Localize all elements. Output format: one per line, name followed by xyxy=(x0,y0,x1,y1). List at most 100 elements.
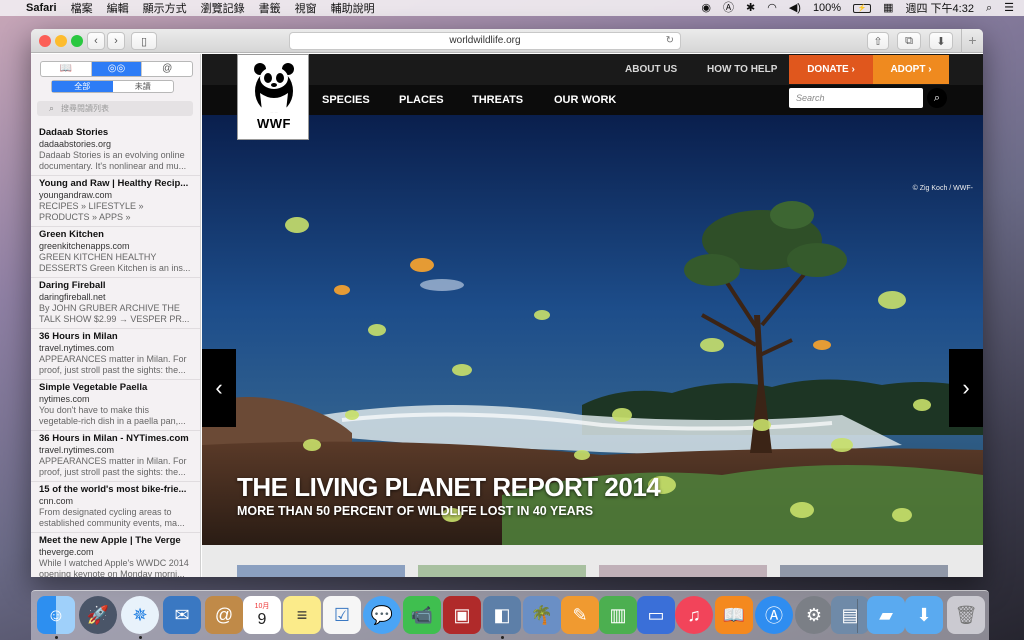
list-item[interactable]: 36 Hours in Milan - NYTimes.com travel.n… xyxy=(31,431,200,482)
how-to-help-link[interactable]: HOW TO HELP xyxy=(707,54,777,85)
adopt-button[interactable]: ADOPT › xyxy=(873,55,949,84)
list-item[interactable]: 36 Hours in Milan travel.nytimes.com APP… xyxy=(31,329,200,380)
site-search-button[interactable]: ⌕ xyxy=(927,88,947,108)
finder-icon[interactable]: ☺ xyxy=(37,596,75,634)
toolbar: ‹ › ▯ worldwildlife.org ↻ ⇧ ⧉ ⬇ + xyxy=(31,29,983,53)
volume-icon[interactable]: ◀) xyxy=(789,0,801,16)
feature-card[interactable] xyxy=(237,565,405,577)
list-item-excerpt: GREEN KITCHEN HEALTHY DESSERTS Green Kit… xyxy=(39,252,191,273)
list-item[interactable]: Simple Vegetable Paella nytimes.com You … xyxy=(31,380,200,431)
wifi-icon[interactable]: ◠ xyxy=(767,0,777,16)
creative-cloud-icon[interactable]: ◉ xyxy=(701,0,711,16)
site-search-input[interactable]: Search xyxy=(789,88,923,108)
carousel-prev-button[interactable]: ‹ xyxy=(202,349,236,427)
filter-unread[interactable]: 未讀 xyxy=(113,81,174,92)
feature-card[interactable] xyxy=(418,565,586,577)
reload-icon[interactable]: ↻ xyxy=(666,33,674,49)
nav-species[interactable]: SPECIES xyxy=(322,85,370,115)
trash-icon[interactable]: 🗑 xyxy=(947,596,985,634)
zoom-window-button[interactable] xyxy=(71,35,83,47)
sidebar-toggle-button[interactable]: ▯ xyxy=(131,32,157,50)
glasses-icon: ◎◎ xyxy=(107,63,126,74)
minimize-window-button[interactable] xyxy=(55,35,67,47)
photo-credit: © Zig Koch / WWF- xyxy=(912,185,973,192)
safari-icon[interactable]: ✵ xyxy=(121,596,159,634)
list-item[interactable]: Meet the new Apple | The Verge theverge.… xyxy=(31,533,200,577)
feature-card[interactable] xyxy=(780,565,948,577)
list-item-domain: greenkitchenapps.com xyxy=(39,241,130,251)
feature-card[interactable] xyxy=(599,565,767,577)
launchpad-icon[interactable]: 🚀 xyxy=(79,596,117,634)
menu-help[interactable]: 輔助說明 xyxy=(331,0,375,16)
keynote-icon[interactable]: ▭ xyxy=(637,596,675,634)
notes-icon[interactable]: ≡ xyxy=(283,596,321,634)
app-store-icon[interactable]: Ⓐ xyxy=(755,596,793,634)
calendar-icon[interactable]: 10月 9 xyxy=(243,596,281,634)
list-item-title: Green Kitchen xyxy=(39,229,104,240)
new-tab-button[interactable]: + xyxy=(961,29,983,53)
forward-button[interactable]: › xyxy=(107,32,125,50)
menu-bar: Safari 檔案 編輯 顯示方式 瀏覽記錄 書籤 視窗 輔助說明 ◉ Ⓐ ✱ … xyxy=(0,0,1024,16)
photo-booth-icon[interactable]: ▣ xyxy=(443,596,481,634)
numbers-icon[interactable]: ▥ xyxy=(599,596,637,634)
messages-icon[interactable]: 💬 xyxy=(363,596,401,634)
menu-app-name[interactable]: Safari xyxy=(26,2,57,14)
facetime-icon[interactable]: 📹 xyxy=(403,596,441,634)
reading-list-filter: 全部 未讀 xyxy=(51,80,174,93)
menu-file[interactable]: 檔案 xyxy=(71,0,93,16)
preview-icon[interactable]: ◧ xyxy=(483,596,521,634)
reading-list-search[interactable]: ⌕ 搜尋閱讀列表 xyxy=(37,101,193,116)
input-source-flag-icon[interactable]: ▦ xyxy=(883,0,893,16)
bluetooth-icon[interactable]: ✱ xyxy=(746,0,755,16)
back-button[interactable]: ‹ xyxy=(87,32,105,50)
image-capture-icon[interactable]: ▤ xyxy=(831,596,869,634)
about-us-link[interactable]: ABOUT US xyxy=(625,54,677,85)
battery-icon[interactable]: ⚡ xyxy=(853,3,872,13)
list-item[interactable]: Green Kitchen greenkitchenapps.com GREEN… xyxy=(31,227,200,278)
show-all-tabs-button[interactable]: ⧉ xyxy=(897,32,921,50)
hero-headline[interactable]: THE LIVING PLANET REPORT 2014 xyxy=(237,472,661,503)
spotlight-icon[interactable]: ⌕ xyxy=(986,0,992,16)
menu-bookmarks[interactable]: 書籤 xyxy=(259,0,281,16)
notification-center-icon[interactable]: ☰ xyxy=(1004,0,1014,16)
downloads-folder-icon[interactable]: ⬇ xyxy=(905,596,943,634)
reading-list-tab[interactable]: ◎◎ xyxy=(91,62,143,76)
menu-edit[interactable]: 編輯 xyxy=(107,0,129,16)
wwf-logo[interactable]: WWF xyxy=(237,54,309,140)
shared-links-tab[interactable]: @ xyxy=(142,62,192,76)
ibooks-icon[interactable]: 📖 xyxy=(715,596,753,634)
menu-view[interactable]: 顯示方式 xyxy=(143,0,187,16)
downloads-button[interactable]: ⬇ xyxy=(929,32,953,50)
nav-threats[interactable]: THREATS xyxy=(472,85,523,115)
contacts-icon[interactable]: @ xyxy=(205,596,243,634)
mail-icon[interactable]: ✉ xyxy=(163,596,201,634)
filter-all[interactable]: 全部 xyxy=(52,81,113,92)
list-item[interactable]: Daring Fireball daringfireball.net By JO… xyxy=(31,278,200,329)
itunes-icon[interactable]: ♫ xyxy=(675,596,713,634)
list-item-domain: theverge.com xyxy=(39,547,94,557)
list-item[interactable]: 15 of the world's most bike-frie... cnn.… xyxy=(31,482,200,533)
applications-folder-icon[interactable]: ▰ xyxy=(867,596,905,634)
sidebar-tabs: 📖 ◎◎ @ xyxy=(40,61,193,77)
iphoto-icon[interactable]: 🌴 xyxy=(523,596,561,634)
pages-icon[interactable]: ✎ xyxy=(561,596,599,634)
system-preferences-icon[interactable]: ⚙ xyxy=(795,596,833,634)
menu-clock[interactable]: 週四 下午4:32 xyxy=(905,0,973,16)
donate-button[interactable]: DONATE › xyxy=(789,55,873,84)
close-window-button[interactable] xyxy=(39,35,51,47)
reminders-icon[interactable]: ☑ xyxy=(323,596,361,634)
share-button[interactable]: ⇧ xyxy=(867,32,889,50)
menu-window[interactable]: 視窗 xyxy=(295,0,317,16)
list-item[interactable]: Young and Raw | Healthy Recip... youngan… xyxy=(31,176,200,227)
nav-our-work[interactable]: OUR WORK xyxy=(554,85,616,115)
adobe-icon[interactable]: Ⓐ xyxy=(723,0,734,16)
menu-history[interactable]: 瀏覽記錄 xyxy=(201,0,245,16)
download-icon: ⬇ xyxy=(936,35,946,48)
chevron-right-icon: › xyxy=(962,375,970,400)
list-item[interactable]: Dadaab Stories dadaabstories.org Dadaab … xyxy=(31,125,200,176)
bookmarks-tab[interactable]: 📖 xyxy=(41,62,92,76)
nav-places[interactable]: PLACES xyxy=(399,85,444,115)
carousel-next-button[interactable]: › xyxy=(949,349,983,427)
address-bar[interactable]: worldwildlife.org ↻ xyxy=(289,32,681,50)
calendar-day: 9 xyxy=(257,611,267,628)
